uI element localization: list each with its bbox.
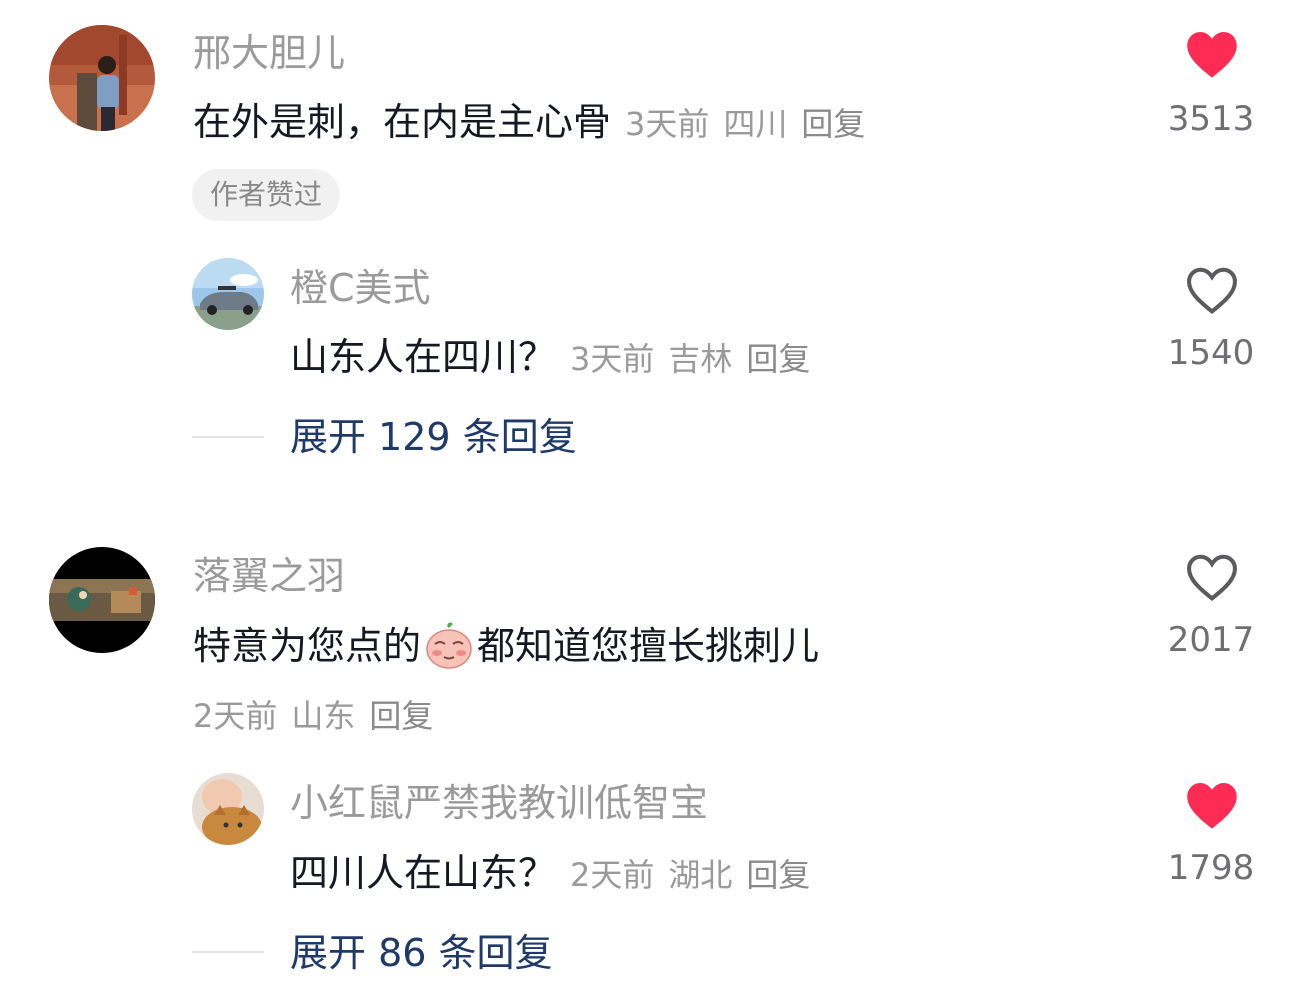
like-count: 2017 [1167, 620, 1255, 660]
avatar[interactable] [49, 25, 155, 131]
heart-filled-icon [1187, 782, 1237, 829]
like-button[interactable] [1185, 265, 1239, 319]
comment-text: 特意为您点的 [193, 624, 422, 668]
expand-divider [192, 951, 264, 953]
reply-text: 四川人在山东？ [290, 851, 557, 895]
like-count: 1798 [1167, 848, 1255, 888]
like-count: 3513 [1167, 99, 1255, 139]
like-button[interactable] [1185, 780, 1239, 834]
comment-text-continued: 都知道您擅长挑刺儿 [477, 624, 820, 668]
comment-meta: 2天前 山东 回复 [179, 691, 447, 737]
heart-outline-icon [1187, 554, 1237, 601]
avatar[interactable] [192, 773, 264, 845]
username[interactable]: 小红鼠严禁我教训低智宝 [290, 784, 708, 822]
reply-location: 吉林 [668, 340, 733, 378]
reply-button[interactable]: 回复 [369, 697, 433, 735]
reply-button[interactable]: 回复 [746, 856, 810, 894]
reply-text: 山东人在四川？ [290, 335, 557, 379]
comment-content: 特意为您点的 都知道您擅长挑刺儿 [193, 620, 819, 672]
comment-text: 在外是刺，在内是主心骨 [193, 100, 612, 144]
reply-content: 四川人在山东？ 2天前 湖北 回复 [290, 850, 824, 896]
username[interactable]: 邢大胆儿 [193, 34, 345, 72]
comment-content: 在外是刺，在内是主心骨 3天前 四川 回复 [193, 99, 879, 145]
like-button[interactable] [1185, 29, 1239, 83]
expand-replies-button[interactable]: 展开 129 条回复 [290, 418, 577, 456]
like-count: 1540 [1167, 333, 1255, 373]
expand-divider [192, 436, 264, 438]
comment-meta: 3天前 四川 回复 [625, 99, 879, 145]
blushing-face-emoji-icon [423, 620, 475, 672]
reply-time: 3天前 [570, 340, 655, 378]
expand-replies-button[interactable]: 展开 86 条回复 [290, 934, 553, 972]
comment-time: 2天前 [193, 697, 278, 735]
reply-time: 2天前 [570, 856, 655, 894]
heart-filled-icon [1187, 31, 1237, 78]
username[interactable]: 落翼之羽 [193, 557, 345, 595]
reply-button[interactable]: 回复 [801, 105, 865, 143]
reply-meta: 2天前 湖北 回复 [570, 850, 824, 896]
comment-time: 3天前 [625, 105, 710, 143]
reply-button[interactable]: 回复 [746, 340, 810, 378]
comment-location: 山东 [291, 697, 356, 735]
reply-location: 湖北 [668, 856, 733, 894]
heart-outline-icon [1187, 267, 1237, 314]
like-button[interactable] [1185, 552, 1239, 606]
comment-location: 四川 [723, 105, 788, 143]
reply-content: 山东人在四川？ 3天前 吉林 回复 [290, 334, 824, 380]
avatar[interactable] [49, 547, 155, 653]
avatar[interactable] [192, 258, 264, 330]
author-liked-badge: 作者赞过 [192, 169, 341, 221]
username[interactable]: 橙C美式 [290, 269, 431, 307]
reply-meta: 3天前 吉林 回复 [570, 334, 824, 380]
